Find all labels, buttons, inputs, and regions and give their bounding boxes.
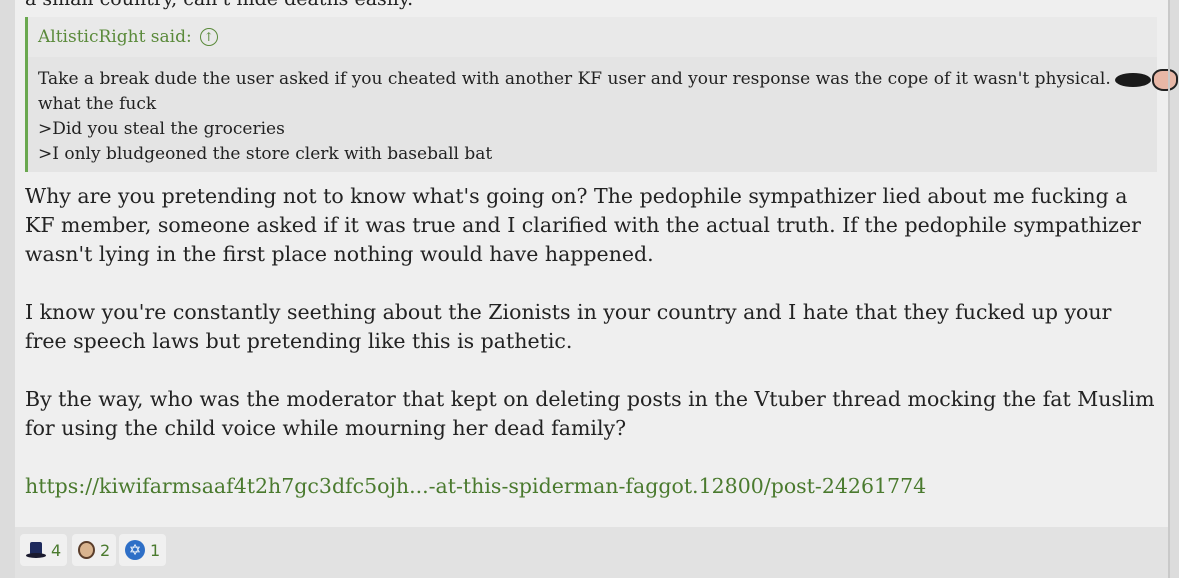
quote-block: AltisticRight said: ↑ Take a break dude …	[25, 17, 1179, 172]
quote-line: what the fuck	[38, 94, 157, 114]
post: a small country, can't hide deaths easil…	[15, 0, 1179, 578]
reaction-count: 2	[100, 540, 111, 560]
reaction-star[interactable]: ✡ 1	[119, 534, 167, 566]
quote-line: Take a break dude the user asked if you …	[38, 67, 1179, 92]
reaction-count: 1	[150, 540, 161, 560]
post-body: Why are you pretending not to know what'…	[25, 182, 1155, 530]
clipped-previous-text: a small country, can't hide deaths easil…	[25, 0, 413, 10]
paragraph: I know you're constantly seething about …	[25, 300, 1112, 353]
quote-line: >I only bludgeoned the store clerk with …	[38, 144, 493, 164]
quote-line: >Did you steal the groceries	[38, 119, 285, 139]
jump-up-icon[interactable]: ↑	[199, 28, 218, 46]
quote-author[interactable]: AltisticRight said:	[38, 27, 192, 47]
paragraph: Why are you pretending not to know what'…	[25, 184, 1141, 266]
star-of-david-icon: ✡	[125, 540, 145, 560]
face-icon	[78, 541, 95, 559]
quote-body: Take a break dude the user asked if you …	[28, 57, 1179, 167]
top-hat-icon	[26, 540, 46, 560]
paragraph: By the way, who was the moderator that k…	[25, 387, 1155, 440]
divider	[1168, 0, 1170, 578]
quote-header[interactable]: AltisticRight said: ↑	[28, 17, 1157, 57]
post-link[interactable]: https://kiwifarmsaaf4t2h7gc3dfc5ojh...-a…	[25, 474, 926, 498]
reaction-count: 4	[51, 540, 62, 560]
reaction-face[interactable]: 2	[72, 534, 117, 566]
reaction-top-hat[interactable]: 4	[20, 534, 68, 566]
reaction-bar: 4 2 ✡ 1	[15, 527, 1168, 578]
